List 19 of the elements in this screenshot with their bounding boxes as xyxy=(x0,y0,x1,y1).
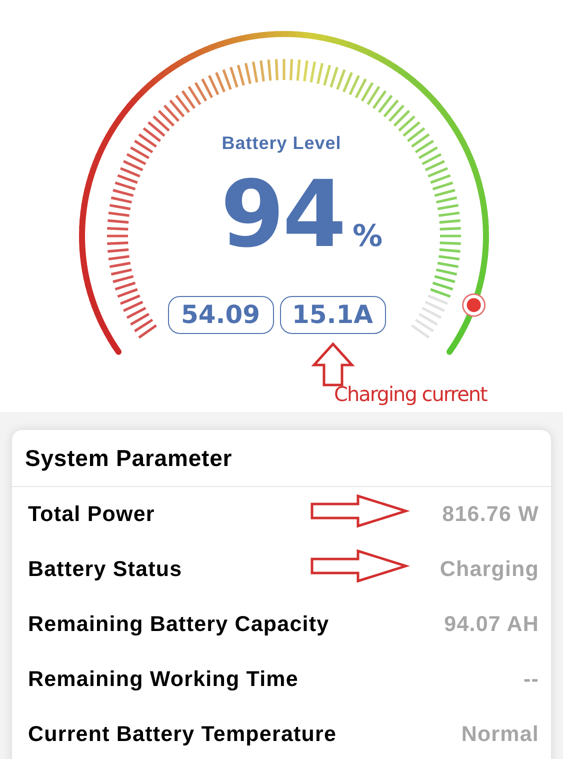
level-marker xyxy=(462,293,486,317)
parameter-label: Remaining Battery Capacity xyxy=(28,611,330,638)
percent-unit: % xyxy=(352,218,383,256)
gauge-title: Battery Level xyxy=(222,132,342,155)
parameter-value: Charging xyxy=(440,556,539,584)
annotation-text: Charging current xyxy=(334,381,487,408)
parameter-value: 94.07 AH xyxy=(444,611,539,638)
battery-percent: 94 xyxy=(220,160,344,270)
parameter-label: Current Battery Temperature xyxy=(28,721,337,748)
arrow-annotation xyxy=(311,342,355,386)
card-title: System Parameter xyxy=(25,444,232,473)
parameter-label: Total Power xyxy=(28,501,155,528)
parameter-label: Battery Status xyxy=(28,556,182,584)
parameter-value: Normal xyxy=(461,721,539,748)
parameter-label: Remaining Working Time xyxy=(28,666,298,694)
parameter-value: -- xyxy=(523,666,539,694)
parameter-value: 816.76 W xyxy=(442,501,539,528)
reading-badge: 54.09 xyxy=(168,296,274,334)
reading-badge: 15.1A xyxy=(280,296,386,334)
